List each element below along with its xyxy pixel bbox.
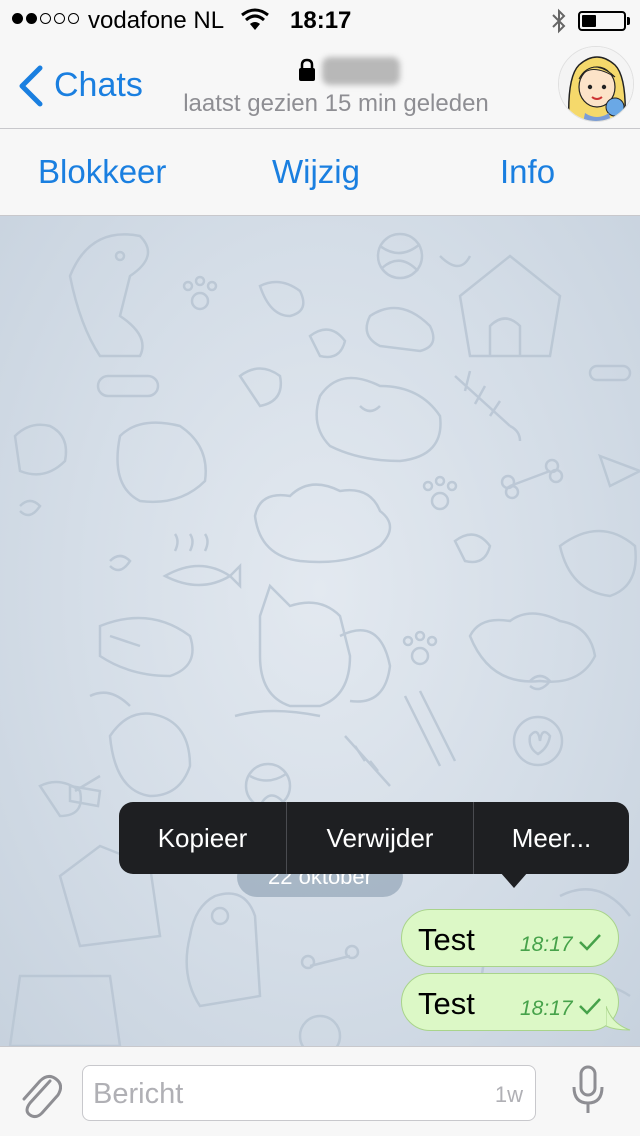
carrier-name: vodafone NL <box>88 7 225 34</box>
bubble-tail <box>606 1006 631 1031</box>
checkmark-icon <box>579 934 601 951</box>
navigation-bar: Chats laatst gezien 15 min geleden <box>0 40 640 128</box>
message-text: Test <box>418 922 475 957</box>
chat-area[interactable]: 22 oktober Test 18:17 Test 18:17 <box>0 216 640 1046</box>
status-bar: vodafone NL 18:17 <box>0 0 640 40</box>
message-input-bar: Bericht 1w <box>0 1046 640 1136</box>
battery-icon <box>578 11 626 31</box>
clock: 18:17 <box>290 7 352 34</box>
message-input[interactable]: Bericht 1w <box>82 1065 536 1121</box>
menu-pointer <box>500 872 528 888</box>
paperclip-icon[interactable] <box>16 1067 62 1119</box>
message-bubble[interactable]: Test 18:17 <box>401 973 619 1031</box>
message-time: 18:17 <box>520 997 573 1020</box>
copy-menu-item[interactable]: Kopieer <box>119 802 286 874</box>
message-placeholder: Bericht <box>93 1078 184 1110</box>
lock-icon <box>299 58 315 81</box>
message-context-menu: Kopieer Verwijder Meer... <box>119 802 629 874</box>
block-button[interactable]: Blokkeer <box>38 153 166 191</box>
microphone-icon[interactable] <box>570 1065 606 1117</box>
more-menu-item[interactable]: Meer... <box>474 802 629 874</box>
battery-tip <box>627 17 630 25</box>
message-text: Test <box>418 986 475 1021</box>
wifi-icon <box>241 8 269 30</box>
bluetooth-icon <box>552 8 566 34</box>
avatar[interactable] <box>558 46 634 122</box>
signal-strength-icon <box>12 13 79 24</box>
checkmark-icon <box>579 998 601 1015</box>
delete-menu-item[interactable]: Verwijder <box>287 802 473 874</box>
message-bubble[interactable]: Test 18:17 <box>401 909 619 967</box>
last-seen-status: laatst gezien 15 min geleden <box>183 90 489 117</box>
edit-button[interactable]: Wijzig <box>272 153 360 191</box>
chat-action-bar: Blokkeer Wijzig Info <box>0 128 640 216</box>
info-button[interactable]: Info <box>500 153 555 191</box>
input-hint: 1w <box>494 1082 523 1107</box>
message-time: 18:17 <box>520 933 573 956</box>
contact-name-blurred[interactable] <box>322 57 400 85</box>
